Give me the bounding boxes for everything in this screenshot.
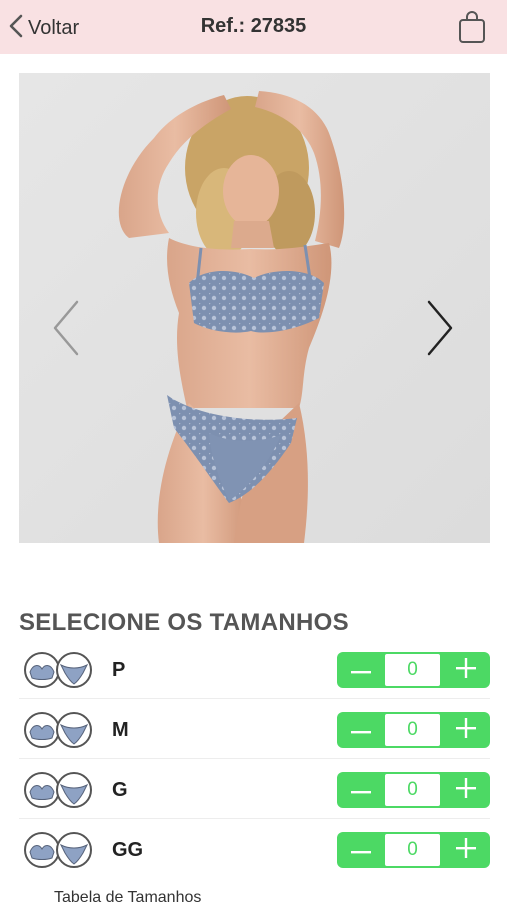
quantity-stepper: 0: [337, 832, 490, 868]
plus-icon: [456, 837, 476, 863]
size-section-title: SELECIONE OS TAMANHOS: [19, 609, 349, 636]
lingerie-set-icon: [24, 712, 92, 748]
increment-button[interactable]: [442, 832, 490, 868]
decrement-button[interactable]: [337, 772, 385, 808]
decrement-button[interactable]: [337, 712, 385, 748]
increment-button[interactable]: [442, 772, 490, 808]
minus-icon: [351, 661, 371, 679]
plus-icon: [456, 657, 476, 683]
cart-button[interactable]: [457, 10, 487, 44]
increment-button[interactable]: [442, 712, 490, 748]
chevron-left-icon: [49, 300, 83, 362]
page-title: Ref.: 27835: [200, 15, 307, 37]
quantity-field[interactable]: 0: [385, 654, 440, 686]
minus-icon: [351, 721, 371, 739]
size-row-gg: GG 0: [19, 821, 490, 879]
lingerie-set-icon: [24, 832, 92, 868]
size-label: GG: [112, 839, 144, 861]
prev-image-button[interactable]: [49, 298, 83, 358]
plus-icon: [456, 717, 476, 743]
quantity-stepper: 0: [337, 652, 490, 688]
size-table-link[interactable]: Tabela de Tamanhos: [54, 889, 201, 907]
quantity-stepper: 0: [337, 712, 490, 748]
model-photo: [19, 73, 490, 543]
quantity-field[interactable]: 0: [385, 774, 440, 806]
quantity-field[interactable]: 0: [385, 834, 440, 866]
row-divider: [19, 698, 490, 699]
lingerie-set-icon: [24, 772, 92, 808]
decrement-button[interactable]: [337, 652, 385, 688]
size-label: P: [112, 659, 126, 681]
size-row-g: G 0: [19, 761, 490, 819]
size-row-m: M 0: [19, 701, 490, 759]
decrement-button[interactable]: [337, 832, 385, 868]
minus-icon: [351, 841, 371, 859]
product-image[interactable]: [19, 73, 490, 543]
quantity-stepper: 0: [337, 772, 490, 808]
top-bar: Voltar Ref.: 27835: [0, 0, 507, 54]
minus-icon: [351, 781, 371, 799]
size-row-p: P 0: [19, 641, 490, 699]
row-divider: [19, 818, 490, 819]
chevron-right-icon: [423, 300, 457, 362]
quantity-field[interactable]: 0: [385, 714, 440, 746]
lingerie-set-icon: [24, 652, 92, 688]
plus-icon: [456, 777, 476, 803]
size-label: M: [112, 719, 129, 741]
next-image-button[interactable]: [423, 298, 457, 358]
shopping-bag-icon: [457, 11, 487, 48]
row-divider: [19, 758, 490, 759]
size-label: G: [112, 779, 128, 801]
increment-button[interactable]: [442, 652, 490, 688]
